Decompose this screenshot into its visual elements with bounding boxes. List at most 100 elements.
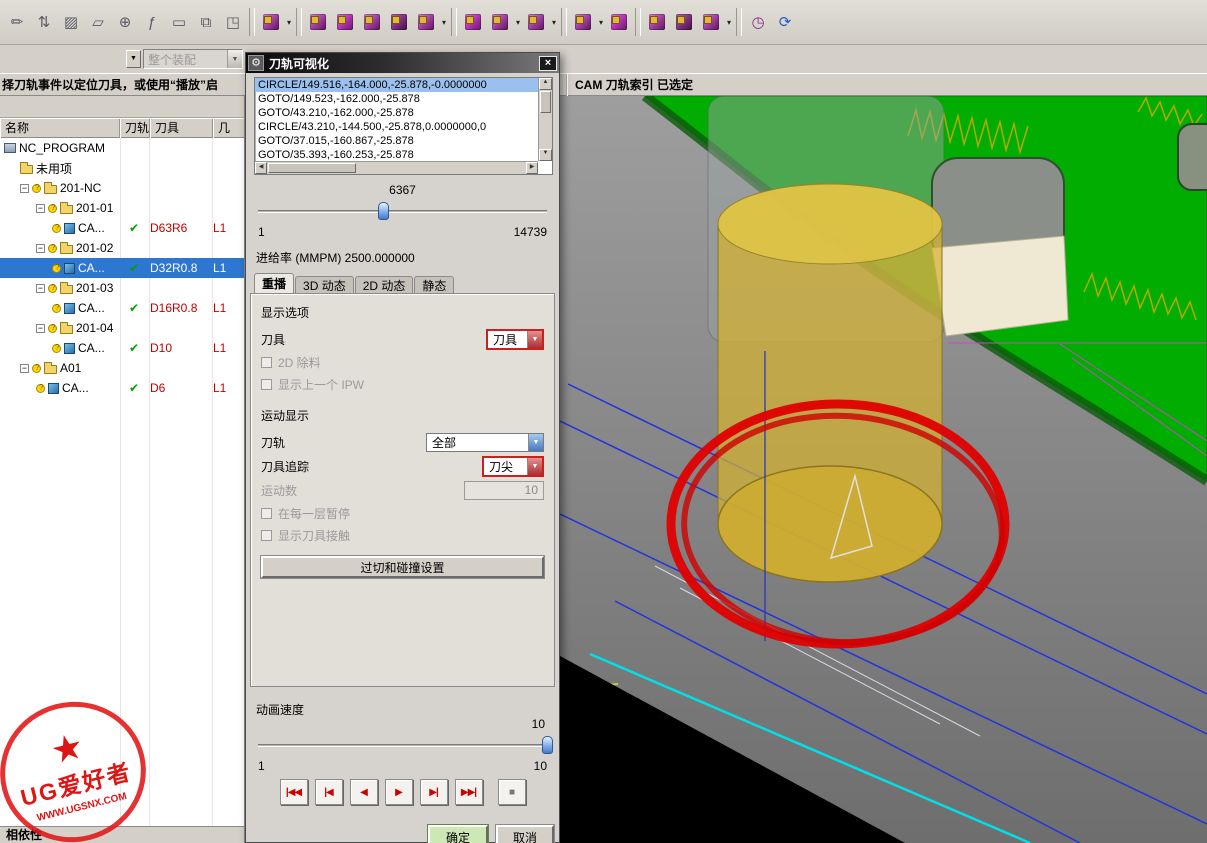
sketch-edit-icon[interactable]: ✏ [4, 9, 30, 36]
bounded-plane-icon[interactable]: ▭ [166, 9, 192, 36]
create-operation-icon[interactable] [386, 9, 412, 36]
machining-time-icon[interactable]: ◷ [745, 9, 771, 36]
verify-toolpath-icon[interactable] [644, 9, 670, 36]
collapse-icon[interactable]: − [36, 324, 45, 333]
assembly-scope-combo[interactable]: 整个装配 ▼ [143, 49, 243, 69]
toolpath-event-line[interactable]: GOTO/149.523,-162.000,-25.878 [255, 92, 552, 106]
toolpath-event-line[interactable]: CIRCLE/43.210,-144.500,-25.878,0.0000000… [255, 120, 552, 134]
copy-object-icon[interactable] [487, 9, 513, 36]
toolpath-event-line[interactable]: CIRCLE/149.516,-164.000,-25.878,-0.00000… [255, 78, 552, 92]
scroll-left-icon[interactable]: ◀ [255, 162, 267, 174]
section-pattern-icon[interactable]: ▨ [58, 9, 84, 36]
scrollbar-thumb[interactable] [540, 91, 551, 113]
create-program-icon[interactable] [258, 9, 284, 36]
collapse-icon[interactable]: − [36, 244, 45, 253]
chevron-down-icon[interactable]: ▾ [597, 18, 605, 27]
scroll-down-icon[interactable]: ▼ [539, 149, 552, 161]
step-back-button[interactable]: |◀ [315, 779, 343, 805]
go-to-start-button[interactable]: |◀◀ [280, 779, 308, 805]
tab-3D 动态[interactable]: 3D 动态 [295, 276, 354, 294]
tool-tracking-combo[interactable]: 刀尖 ▼ [482, 456, 544, 477]
scroll-up-icon[interactable]: ▲ [539, 78, 552, 90]
column-header-toolpath[interactable]: 刀轨 [120, 119, 150, 138]
toolpath-display-combo[interactable]: 全部 ▼ [426, 433, 544, 452]
chevron-down-icon[interactable]: ▼ [527, 331, 542, 348]
move-object-icon[interactable]: ◳ [220, 9, 246, 36]
stop-button[interactable]: ■ [498, 779, 526, 805]
play-backward-button[interactable]: ◀ [350, 779, 378, 805]
pause-each-level-checkbox[interactable]: 在每一层暂停 [261, 502, 544, 524]
chevron-down-icon[interactable]: ▾ [285, 18, 293, 27]
edit-object-icon[interactable] [413, 9, 439, 36]
create-method-icon[interactable] [359, 9, 385, 36]
column-header-name[interactable]: 名称 [0, 119, 120, 138]
show-ipw-checkbox[interactable]: 显示上一个 IPW [261, 373, 544, 395]
tree-row[interactable]: CA...✔D16R0.8L1 [0, 298, 244, 318]
column-header-tool[interactable]: 刀具 [150, 119, 213, 138]
simulate-machine-icon[interactable] [671, 9, 697, 36]
chevron-down-icon[interactable]: ▼ [227, 50, 242, 68]
copy-feature-icon[interactable]: ⧉ [193, 9, 219, 36]
create-tool-icon[interactable] [305, 9, 331, 36]
checkbox-icon[interactable] [261, 379, 272, 390]
chevron-down-icon[interactable]: ▼ [527, 458, 542, 475]
removal-2d-checkbox[interactable]: 2D 除料 [261, 351, 544, 373]
cancel-button[interactable]: 取消 [496, 825, 554, 843]
close-icon[interactable]: × [539, 56, 557, 71]
expression-icon[interactable]: ƒ [139, 9, 165, 36]
tree-row[interactable]: −201-NC [0, 178, 244, 198]
post-process-icon[interactable] [698, 9, 724, 36]
tree-row[interactable]: CA...✔D10L1 [0, 338, 244, 358]
dialog-titlebar[interactable]: ⚙ 刀轨可视化 × [246, 53, 559, 73]
point-set-icon[interactable]: ⊕ [112, 9, 138, 36]
speed-slider-thumb[interactable] [542, 736, 553, 754]
refresh-icon[interactable]: ⟳ [772, 9, 798, 36]
vertical-scrollbar[interactable]: ▲ ▼ [538, 78, 552, 161]
collapse-icon[interactable]: − [36, 204, 45, 213]
tree-row[interactable]: CA...✔D63R6L1 [0, 218, 244, 238]
show-contact-checkbox[interactable]: 显示刀具接触 [261, 524, 544, 546]
tree-row[interactable]: 未用项 [0, 158, 244, 178]
paste-object-icon[interactable] [523, 9, 549, 36]
motion-count-input[interactable]: 10 [464, 481, 544, 500]
tab-重播[interactable]: 重播 [254, 273, 294, 294]
tree-row[interactable]: −201-04 [0, 318, 244, 338]
go-to-end-button[interactable]: ▶▶| [455, 779, 483, 805]
cut-object-icon[interactable] [460, 9, 486, 36]
scroll-right-icon[interactable]: ▶ [526, 162, 538, 174]
collapse-icon[interactable]: − [36, 284, 45, 293]
gouge-collision-settings-button[interactable]: 过切和碰撞设置 [261, 556, 544, 578]
step-forward-button[interactable]: ▶| [420, 779, 448, 805]
chevron-down-icon[interactable]: ▾ [550, 18, 558, 27]
tool-display-combo[interactable]: 刀具 ▼ [486, 329, 544, 350]
tree-row[interactable]: −201-03 [0, 278, 244, 298]
filter-dropdown-icon[interactable]: ▼ [126, 50, 141, 68]
toolpath-event-list[interactable]: CIRCLE/149.516,-164.000,-25.878,-0.00000… [254, 77, 553, 175]
tree-row[interactable]: NC_PROGRAM [0, 138, 244, 158]
ok-button[interactable]: 确定 [428, 825, 488, 843]
datum-plane-icon[interactable]: ▱ [85, 9, 111, 36]
tree-row[interactable]: −201-01 [0, 198, 244, 218]
position-slider-thumb[interactable] [378, 202, 389, 220]
toolpath-event-line[interactable]: GOTO/37.015,-160.867,-25.878 [255, 134, 552, 148]
animation-speed-slider[interactable] [258, 735, 547, 755]
chevron-down-icon[interactable]: ▾ [514, 18, 522, 27]
checkbox-icon[interactable] [261, 508, 272, 519]
tree-row[interactable]: −201-02 [0, 238, 244, 258]
parallel-generate-icon[interactable] [606, 9, 632, 36]
column-header-geometry[interactable]: 几 [213, 119, 245, 138]
tab-静态[interactable]: 静态 [414, 276, 454, 294]
play-forward-button[interactable]: ▶ [385, 779, 413, 805]
checkbox-icon[interactable] [261, 357, 272, 368]
toolpath-event-line[interactable]: GOTO/35.393,-160.253,-25.878 [255, 148, 552, 162]
horizontal-scrollbar[interactable]: ◀ ▶ [255, 161, 538, 174]
collapse-icon[interactable]: − [20, 184, 29, 193]
toolpath-event-line[interactable]: GOTO/43.210,-162.000,-25.878 [255, 106, 552, 120]
scrollbar-thumb[interactable] [268, 163, 356, 173]
chevron-down-icon[interactable]: ▾ [440, 18, 448, 27]
create-geometry-icon[interactable] [332, 9, 358, 36]
position-slider[interactable] [258, 201, 547, 221]
tab-2D 动态[interactable]: 2D 动态 [355, 276, 414, 294]
tree-row[interactable]: −A01 [0, 358, 244, 378]
graphics-viewport[interactable] [560, 96, 1207, 843]
